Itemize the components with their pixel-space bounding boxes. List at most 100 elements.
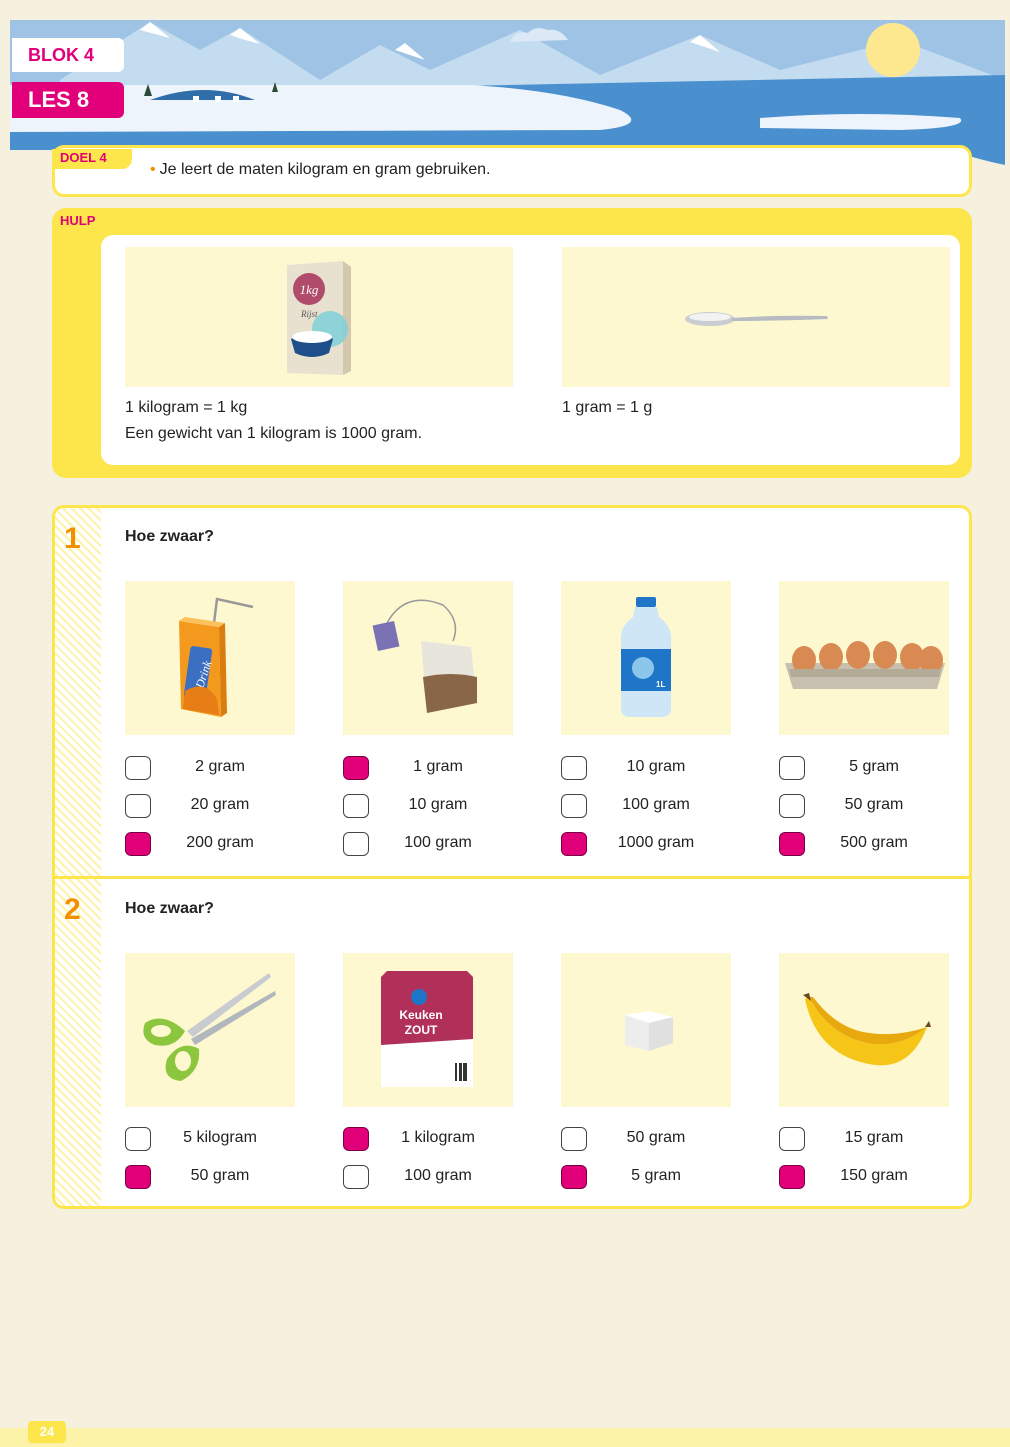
- checkbox-checked[interactable]: [343, 1127, 369, 1151]
- exercise-2-picture-1: [125, 953, 295, 1107]
- rice-box-icon: 1kg Rijst: [287, 261, 351, 375]
- option-ex1-item1-a[interactable]: 2 gram: [125, 756, 300, 782]
- option-label: 20 gram: [190, 796, 250, 813]
- exercise-margin-stripe: [55, 508, 101, 1206]
- option-ex2-item4-a[interactable]: 15 gram: [779, 1127, 954, 1153]
- help-text-kg-grams: Een gewicht van 1 kilogram is 1000 gram.: [125, 425, 423, 442]
- option-ex1-item3-c[interactable]: 1000 gram: [561, 832, 736, 858]
- option-ex2-item3-b[interactable]: 5 gram: [561, 1165, 736, 1191]
- checkbox[interactable]: [125, 1127, 151, 1151]
- goal-tag-label: DOEL 4: [60, 150, 107, 165]
- checkbox-checked[interactable]: [561, 832, 587, 856]
- help-text-g-definition: 1 gram = 1 g: [562, 399, 653, 416]
- option-ex1-item1-c[interactable]: 200 gram: [125, 832, 300, 858]
- checkbox[interactable]: [561, 756, 587, 780]
- salt-bag-label-1: Keuken: [399, 1008, 442, 1022]
- option-ex1-item4-c[interactable]: 500 gram: [779, 832, 954, 858]
- help-picture-gram: [562, 247, 950, 387]
- checkbox[interactable]: [343, 1165, 369, 1189]
- exercise-1-picture-2: [343, 581, 513, 735]
- blok-label: BLOK 4: [12, 38, 124, 72]
- salt-bag-label-2: ZOUT: [405, 1023, 438, 1037]
- footer-bar: [0, 1428, 1010, 1447]
- checkbox[interactable]: [343, 794, 369, 818]
- option-label: 5 gram: [631, 1167, 681, 1184]
- option-ex1-item2-c[interactable]: 100 gram: [343, 832, 518, 858]
- exercise-1-question: Hoe zwaar?: [125, 528, 214, 545]
- option-ex2-item1-b[interactable]: 50 gram: [125, 1165, 300, 1191]
- help-picture-kilogram: 1kg Rijst: [125, 247, 513, 387]
- option-ex1-item3-a[interactable]: 10 gram: [561, 756, 736, 782]
- exercise-1-picture-3: 1L: [561, 581, 731, 735]
- exercise-1-number: 1: [64, 522, 81, 555]
- option-label: 5 gram: [849, 758, 899, 775]
- exercise-1-picture-1: Drink: [125, 581, 295, 735]
- checkbox[interactable]: [779, 794, 805, 818]
- les-label: LES 8: [12, 82, 124, 118]
- checkbox-checked[interactable]: [779, 1165, 805, 1189]
- checkbox[interactable]: [125, 756, 151, 780]
- salt-bag-icon: Keuken ZOUT: [381, 971, 473, 1087]
- option-label: 5 kilogram: [183, 1129, 257, 1146]
- goal-tag: DOEL 4: [52, 149, 132, 169]
- checkbox[interactable]: [779, 1127, 805, 1151]
- water-bottle-icon: 1L: [620, 597, 672, 717]
- exercise-divider: [55, 876, 969, 879]
- option-ex2-item1-a[interactable]: 5 kilogram: [125, 1127, 300, 1153]
- exercise-1-picture-4: [779, 581, 949, 735]
- option-ex2-item4-b[interactable]: 150 gram: [779, 1165, 954, 1191]
- banana-icon: [803, 993, 931, 1066]
- option-label: 500 gram: [840, 834, 908, 851]
- option-label: 15 gram: [844, 1129, 904, 1146]
- checkbox[interactable]: [561, 794, 587, 818]
- option-ex1-item4-b[interactable]: 50 gram: [779, 794, 954, 820]
- checkbox[interactable]: [343, 832, 369, 856]
- exercise-2-picture-2: Keuken ZOUT: [343, 953, 513, 1107]
- checkbox-checked[interactable]: [779, 832, 805, 856]
- water-bottle-label: 1L: [656, 680, 665, 689]
- checkbox-checked[interactable]: [125, 832, 151, 856]
- option-ex1-item4-a[interactable]: 5 gram: [779, 756, 954, 782]
- exercise-2-question: Hoe zwaar?: [125, 900, 214, 917]
- checkbox[interactable]: [561, 1127, 587, 1151]
- checkbox[interactable]: [779, 756, 805, 780]
- option-label: 2 gram: [195, 758, 245, 775]
- option-ex1-item3-b[interactable]: 100 gram: [561, 794, 736, 820]
- option-ex2-item2-b[interactable]: 100 gram: [343, 1165, 518, 1191]
- exercise-2-picture-3: [561, 953, 731, 1107]
- juice-carton-icon: Drink: [179, 597, 254, 717]
- help-tag: HULP: [60, 213, 96, 228]
- help-text-kg-definition: 1 kilogram = 1 kg: [125, 399, 248, 416]
- checkbox-checked[interactable]: [125, 1165, 151, 1189]
- option-label: 100 gram: [622, 796, 690, 813]
- goal-text: • Je leert de maten kilogram en gram gebr…: [150, 161, 490, 179]
- checkbox-checked[interactable]: [561, 1165, 587, 1189]
- sugar-cube-icon: [625, 1011, 673, 1051]
- option-label: 10 gram: [626, 758, 686, 775]
- option-ex1-item2-b[interactable]: 10 gram: [343, 794, 518, 820]
- checkbox-checked[interactable]: [343, 756, 369, 780]
- option-label: 200 gram: [186, 834, 254, 851]
- goal-text-label: Je leert de maten kilogram en gram gebru…: [159, 161, 491, 178]
- option-label: 100 gram: [404, 834, 472, 851]
- page-number: 24: [28, 1421, 66, 1443]
- scissors-icon: [143, 973, 276, 1081]
- option-ex2-item3-a[interactable]: 50 gram: [561, 1127, 736, 1153]
- option-ex2-item2-a[interactable]: 1 kilogram: [343, 1127, 518, 1153]
- option-label: 10 gram: [408, 796, 468, 813]
- option-label: 50 gram: [190, 1167, 250, 1184]
- bullet-icon: •: [150, 161, 156, 178]
- option-ex1-item2-a[interactable]: 1 gram: [343, 756, 518, 782]
- checkbox[interactable]: [125, 794, 151, 818]
- egg-carton-icon: [785, 641, 945, 689]
- option-ex1-item1-b[interactable]: 20 gram: [125, 794, 300, 820]
- rice-box-label: 1kg: [300, 282, 319, 297]
- option-label: 1 gram: [413, 758, 463, 775]
- option-label: 1000 gram: [617, 834, 695, 851]
- exercise-2-number: 2: [64, 893, 81, 926]
- spoon-icon: [685, 312, 828, 326]
- tea-bag-icon: [372, 599, 477, 713]
- option-label: 150 gram: [840, 1167, 908, 1184]
- option-label: 100 gram: [404, 1167, 472, 1184]
- option-label: 50 gram: [844, 796, 904, 813]
